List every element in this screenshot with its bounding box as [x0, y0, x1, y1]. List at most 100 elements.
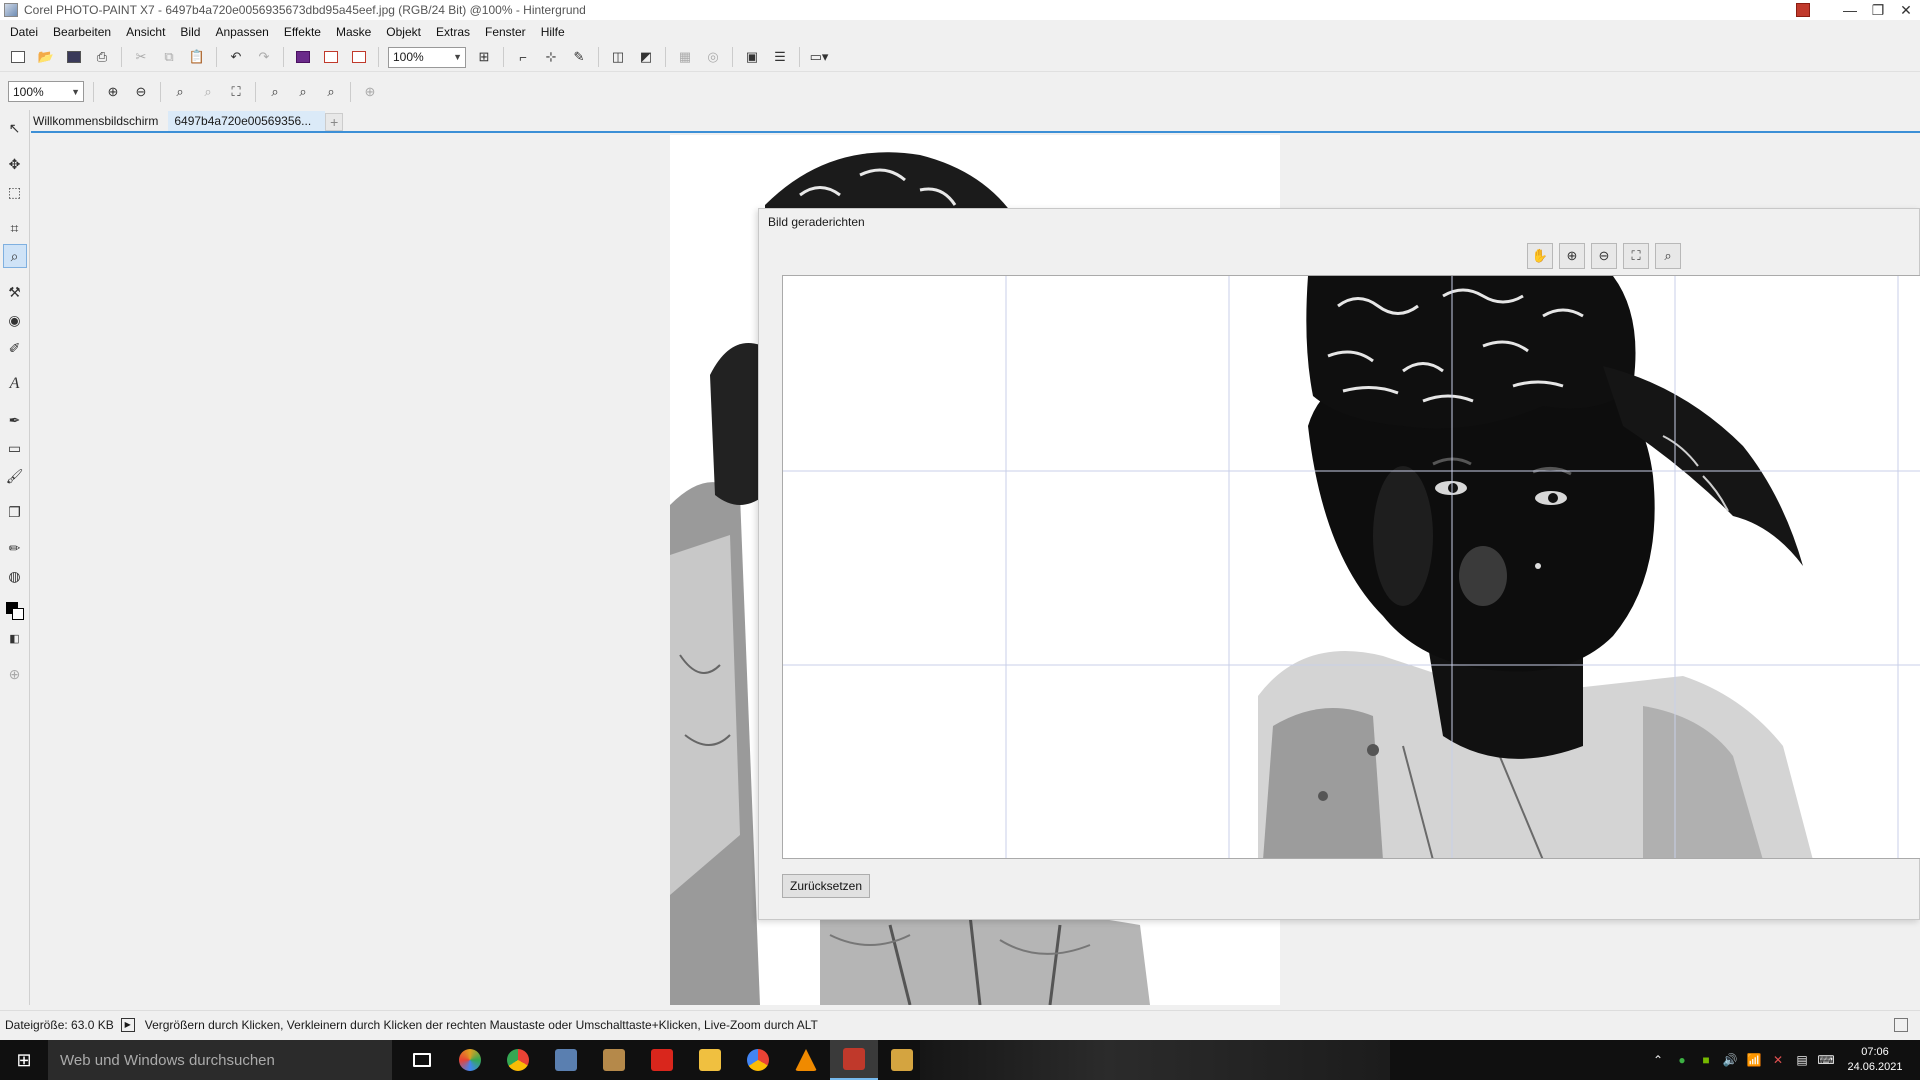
- vlc-icon[interactable]: [782, 1040, 830, 1080]
- corel-connect-icon[interactable]: [291, 46, 315, 68]
- open-file-icon[interactable]: 📂: [34, 46, 58, 68]
- menu-fenster[interactable]: Fenster: [479, 25, 535, 39]
- mask-visibility-icon[interactable]: ◎: [701, 46, 725, 68]
- grid-icon[interactable]: ⊹: [539, 46, 563, 68]
- undo-icon[interactable]: ↶: [224, 46, 248, 68]
- options-icon[interactable]: ☰: [768, 46, 792, 68]
- red-eye-tool-icon[interactable]: ◉: [3, 308, 27, 332]
- keyboard-icon[interactable]: ⌨: [1814, 1040, 1838, 1080]
- effect-tool-icon[interactable]: ✒: [3, 408, 27, 432]
- zoom-100-icon[interactable]: ⌕: [263, 81, 287, 103]
- corel-draw-icon[interactable]: [878, 1040, 926, 1080]
- rectangle-mask-tool-icon[interactable]: ⬚: [3, 180, 27, 204]
- system-clock[interactable]: 07:06 24.06.2021: [1838, 1045, 1912, 1075]
- taskbar-search-box[interactable]: Web und Windows durchsuchen: [48, 1040, 392, 1080]
- background-color-swatch[interactable]: [11, 608, 24, 620]
- reset-button[interactable]: Zurücksetzen: [782, 874, 871, 898]
- zoom-100-icon[interactable]: ⌕: [1655, 243, 1681, 269]
- export-icon[interactable]: [347, 46, 371, 68]
- shadow-tool-icon[interactable]: ❐: [3, 500, 27, 524]
- menu-datei[interactable]: Datei: [4, 25, 47, 39]
- zoom-combo[interactable]: 100% ▼: [8, 81, 84, 102]
- copy-icon[interactable]: ⧉: [157, 46, 181, 68]
- wireless-icon[interactable]: ✕: [1766, 1040, 1790, 1080]
- swap-colors-icon[interactable]: ◧: [3, 626, 27, 650]
- chrome-alt-icon[interactable]: [734, 1040, 782, 1080]
- zoom-to-selected-icon[interactable]: ⌕: [168, 81, 192, 103]
- crop-tool-icon[interactable]: ⌗: [3, 216, 27, 240]
- menu-ansicht[interactable]: Ansicht: [120, 25, 174, 39]
- full-screen-icon[interactable]: ⊞: [472, 46, 496, 68]
- paste-icon[interactable]: 📋: [185, 46, 209, 68]
- maximize-button[interactable]: ❐: [1864, 0, 1892, 20]
- image-properties-icon[interactable]: ▣: [740, 46, 764, 68]
- rectangle-tool-icon[interactable]: ▭: [3, 436, 27, 460]
- mask-marquee-icon[interactable]: ◫: [606, 46, 630, 68]
- zoom-width-icon[interactable]: ⌕: [291, 81, 315, 103]
- rulers-icon[interactable]: ⌐: [511, 46, 535, 68]
- show-hidden-icons-icon[interactable]: ⌃: [1646, 1040, 1670, 1080]
- object-marquee-icon[interactable]: ◩: [634, 46, 658, 68]
- guidelines-icon[interactable]: ✎: [567, 46, 591, 68]
- import-icon[interactable]: [319, 46, 343, 68]
- add-toolbar-icon[interactable]: ⊕: [358, 81, 382, 103]
- document-info-icon[interactable]: [1894, 1017, 1908, 1032]
- menu-maske[interactable]: Maske: [330, 25, 380, 39]
- zoom-to-all-objects-icon[interactable]: ⌕: [196, 81, 220, 103]
- zoom-out-icon[interactable]: ⊖: [129, 81, 153, 103]
- menu-objekt[interactable]: Objekt: [380, 25, 430, 39]
- menu-hilfe[interactable]: Hilfe: [535, 25, 574, 39]
- task-view-icon[interactable]: [398, 1040, 446, 1080]
- menu-bearbeiten[interactable]: Bearbeiten: [47, 25, 120, 39]
- acrobat-icon[interactable]: [638, 1040, 686, 1080]
- camera-app-icon[interactable]: [590, 1040, 638, 1080]
- fill-tool-icon[interactable]: ◍: [3, 564, 27, 588]
- zoom-to-fit-icon[interactable]: ⛶: [224, 81, 248, 103]
- zoom-in-icon[interactable]: ⊕: [1559, 243, 1585, 269]
- minimize-button[interactable]: —: [1836, 0, 1864, 20]
- pick-tool-icon[interactable]: ↖: [3, 116, 27, 140]
- zoom-to-fit-icon[interactable]: ⛶: [1623, 243, 1649, 269]
- color-swatches[interactable]: [5, 602, 24, 620]
- redo-icon[interactable]: ↷: [252, 46, 276, 68]
- new-tab-button[interactable]: +: [325, 113, 344, 131]
- photo-viewer-icon[interactable]: [542, 1040, 590, 1080]
- security-icon[interactable]: ●: [1670, 1040, 1694, 1080]
- launch-icon[interactable]: ▭▾: [807, 46, 831, 68]
- new-file-icon[interactable]: [6, 46, 30, 68]
- save-icon[interactable]: [62, 46, 86, 68]
- picasa-icon[interactable]: [446, 1040, 494, 1080]
- action-center-icon[interactable]: ▤: [1790, 1040, 1814, 1080]
- zoom-height-icon[interactable]: ⌕: [319, 81, 343, 103]
- zoom-tool-icon[interactable]: ⌕: [2, 244, 27, 268]
- zoom-out-icon[interactable]: ⊖: [1591, 243, 1617, 269]
- zoom-in-icon[interactable]: ⊕: [101, 81, 125, 103]
- menu-effekte[interactable]: Effekte: [278, 25, 330, 39]
- play-icon[interactable]: ▶: [120, 1017, 135, 1032]
- pan-icon[interactable]: ✋: [1527, 243, 1553, 269]
- menu-extras[interactable]: Extras: [430, 25, 479, 39]
- menu-anpassen[interactable]: Anpassen: [209, 25, 277, 39]
- print-icon[interactable]: ⎙: [90, 46, 114, 68]
- file-explorer-icon[interactable]: [686, 1040, 734, 1080]
- zoom-level-combo[interactable]: 100% ▼: [388, 46, 466, 68]
- app-icon[interactable]: [4, 3, 18, 17]
- brush-mask-tool-icon[interactable]: ✐: [3, 336, 27, 360]
- eyedropper-tool-icon[interactable]: ✏: [3, 536, 27, 560]
- transform-tool-icon[interactable]: ✥: [3, 152, 27, 176]
- add-tool-icon[interactable]: ⊕: [3, 662, 27, 686]
- volume-icon[interactable]: 🔊: [1718, 1040, 1742, 1080]
- tab-document[interactable]: 6497b4a720e00569356...: [168, 111, 326, 131]
- tab-welcome-screen[interactable]: Willkommensbildschirm: [31, 111, 168, 131]
- network-icon[interactable]: 📶: [1742, 1040, 1766, 1080]
- corel-photo-paint-icon[interactable]: [830, 1040, 878, 1080]
- text-tool-icon[interactable]: A: [3, 372, 27, 396]
- mask-overlay-icon[interactable]: ▦: [673, 46, 697, 68]
- clone-tool-icon[interactable]: ⚒: [3, 280, 27, 304]
- cut-icon[interactable]: ✂: [129, 46, 153, 68]
- close-button[interactable]: ✕: [1892, 0, 1920, 20]
- paint-tool-icon[interactable]: 🖌: [3, 464, 27, 488]
- straighten-preview[interactable]: [782, 275, 1920, 859]
- user-account-icon[interactable]: [1796, 3, 1810, 17]
- nvidia-icon[interactable]: ■: [1694, 1040, 1718, 1080]
